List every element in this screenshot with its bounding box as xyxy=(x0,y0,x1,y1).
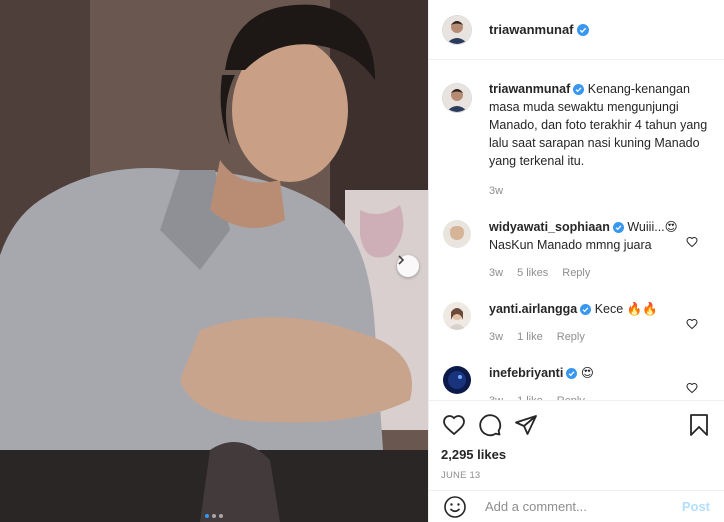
comment-age: 3w xyxy=(489,392,503,400)
save-button[interactable] xyxy=(686,412,712,438)
caption-item: triawanmunaf Kenang-kenangan masa muda s… xyxy=(443,82,710,200)
post-comment-button[interactable]: Post xyxy=(682,499,710,514)
photo-illustration xyxy=(0,0,428,522)
commenter-avatar[interactable] xyxy=(443,366,471,394)
comment-input[interactable] xyxy=(485,499,682,514)
comment-age: 3w xyxy=(489,331,504,343)
comment-likes-count[interactable]: 1 like xyxy=(517,392,543,400)
author-username[interactable]: triawanmunaf xyxy=(489,22,574,37)
author-avatar[interactable] xyxy=(443,15,471,44)
commenter-username[interactable]: widyawati_sophiaan xyxy=(489,220,610,234)
comment-text: Kece 🔥🔥 xyxy=(594,302,658,316)
post-header: triawanmunaf xyxy=(429,0,724,60)
reply-button[interactable]: Reply xyxy=(562,264,590,282)
commenter-username[interactable]: inefebriyanti xyxy=(489,366,563,380)
reply-button[interactable]: Reply xyxy=(557,392,585,400)
comment-item: yanti.airlangga Kece 🔥🔥 3w 1 like Reply xyxy=(443,300,710,346)
carousel-dot xyxy=(205,514,209,518)
reply-button[interactable]: Reply xyxy=(557,328,585,346)
verified-badge-icon xyxy=(576,23,589,36)
verified-badge-icon xyxy=(573,84,585,96)
next-photo-button[interactable] xyxy=(397,255,419,277)
verified-badge-icon xyxy=(580,304,592,316)
like-comment-heart-icon[interactable] xyxy=(686,382,698,394)
like-comment-heart-icon[interactable] xyxy=(686,236,698,248)
caption-age: 3w xyxy=(489,185,504,197)
post-photo[interactable] xyxy=(0,0,428,522)
comment-bubble-icon xyxy=(479,414,502,437)
caption-username[interactable]: triawanmunaf xyxy=(489,82,570,96)
author-avatar[interactable] xyxy=(443,84,471,112)
chevron-right-icon xyxy=(398,255,405,265)
commenter-avatar[interactable] xyxy=(443,220,471,248)
likes-count[interactable]: 2,295 likes xyxy=(441,447,712,462)
carousel-indicator xyxy=(0,514,428,518)
post-side-panel: triawanmunaf triawanmunaf Kenang-kenanga… xyxy=(428,0,724,522)
comment-age: 3w xyxy=(489,267,504,279)
comment-likes-count[interactable]: 5 likes xyxy=(517,264,548,282)
comment-likes-count[interactable]: 1 like xyxy=(517,328,543,346)
post-date: JUNE 13 xyxy=(441,470,481,481)
comment-item: inefebriyanti 😍 3w 1 like Reply xyxy=(443,364,710,400)
post-actions: 2,295 likes JUNE 13 xyxy=(429,400,724,481)
comment-text: 😍 xyxy=(580,366,594,380)
verified-badge-icon xyxy=(566,368,578,380)
post-viewer: triawanmunaf triawanmunaf Kenang-kenanga… xyxy=(0,0,724,522)
emoji-icon[interactable] xyxy=(443,495,467,519)
like-button[interactable] xyxy=(441,412,467,438)
commenter-avatar[interactable] xyxy=(443,302,471,330)
caption-text-block: triawanmunaf Kenang-kenangan masa muda s… xyxy=(489,80,710,170)
like-comment-heart-icon[interactable] xyxy=(686,318,698,330)
paper-plane-icon xyxy=(515,415,537,435)
comment-button[interactable] xyxy=(477,412,503,438)
carousel-dot xyxy=(212,514,216,518)
verified-badge-icon xyxy=(612,222,624,234)
share-button[interactable] xyxy=(513,412,539,438)
comments-list: triawanmunaf Kenang-kenangan masa muda s… xyxy=(429,60,724,400)
comment-item: widyawati_sophiaan Wuiii...😍 NasKun Mana… xyxy=(443,218,710,282)
commenter-username[interactable]: yanti.airlangga xyxy=(489,302,577,316)
add-comment-bar: Post xyxy=(429,490,724,522)
bookmark-icon xyxy=(690,414,708,436)
carousel-dot xyxy=(219,514,223,518)
heart-icon xyxy=(443,415,465,436)
